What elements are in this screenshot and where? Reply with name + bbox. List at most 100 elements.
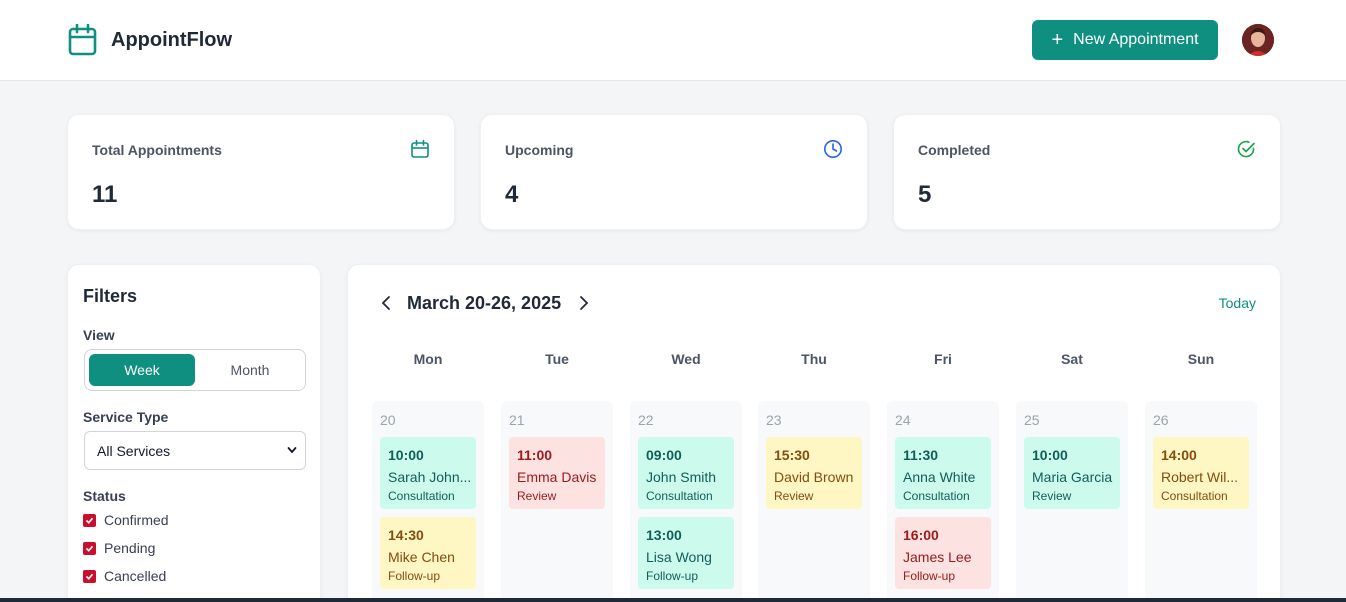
view-toggle: Week Month bbox=[84, 349, 306, 391]
appointment-card[interactable]: 15:30 David Brown Review bbox=[766, 437, 862, 509]
service-type-select[interactable]: All Services bbox=[84, 431, 306, 470]
bottom-edge bbox=[0, 598, 1346, 602]
chevron-right-icon[interactable] bbox=[576, 295, 590, 311]
day-column[interactable]: 21 11:00 Emma Davis Review bbox=[501, 401, 613, 602]
stat-card-completed: Completed 5 bbox=[893, 114, 1281, 230]
appointment-card[interactable]: 13:00 Lisa Wong Follow-up bbox=[638, 517, 734, 589]
status-option-label: Confirmed bbox=[104, 512, 169, 528]
checkbox-checked-icon[interactable] bbox=[83, 513, 96, 527]
appointment-service: Consultation bbox=[646, 489, 713, 503]
appointment-service: Review bbox=[1032, 489, 1072, 503]
appointment-client: Emma Davis bbox=[517, 469, 597, 485]
chevron-down-icon bbox=[287, 447, 297, 454]
day-column[interactable]: 26 14:00 Robert Wil... Consultation bbox=[1145, 401, 1257, 602]
top-bar: AppointFlow + New Appointment bbox=[0, 0, 1346, 81]
appointment-card[interactable]: 10:00 Maria Garcia Review bbox=[1024, 437, 1120, 509]
stat-card-total: Total Appointments 11 bbox=[67, 114, 455, 230]
status-confirmed-checkbox[interactable]: Confirmed bbox=[83, 512, 169, 528]
day-column[interactable]: 22 09:00 John Smith Consultation 13:00 Lisa W… bbox=[630, 401, 742, 602]
appointment-service: Follow-up bbox=[903, 569, 956, 583]
appointment-service: Follow-up bbox=[646, 569, 699, 583]
day-number: 25 bbox=[1024, 412, 1040, 428]
appointment-client: Maria Garcia bbox=[1032, 469, 1113, 485]
appointment-client: David Brown bbox=[774, 469, 854, 485]
day-number: 20 bbox=[380, 412, 396, 428]
day-header-tue: Tue bbox=[545, 351, 569, 367]
day-number: 23 bbox=[766, 412, 782, 428]
checkbox-checked-icon[interactable] bbox=[83, 541, 96, 555]
week-range-title: March 20-26, 2025 bbox=[407, 293, 562, 313]
stat-card-upcoming: Upcoming 4 bbox=[480, 114, 868, 230]
appointment-service: Review bbox=[517, 489, 557, 503]
status-cancelled-checkbox[interactable]: Cancelled bbox=[83, 568, 166, 584]
appointment-time: 13:00 bbox=[646, 527, 682, 543]
status-label: Status bbox=[83, 488, 126, 504]
view-month-button[interactable]: Month bbox=[197, 354, 303, 386]
day-header-sun: Sun bbox=[1187, 351, 1215, 367]
view-label: View bbox=[83, 327, 115, 343]
clock-icon bbox=[824, 140, 842, 158]
filters-title: Filters bbox=[83, 286, 138, 306]
appointment-card[interactable]: 11:00 Emma Davis Review bbox=[509, 437, 605, 509]
day-number: 26 bbox=[1153, 412, 1169, 428]
appointment-time: 11:00 bbox=[517, 447, 553, 463]
appointment-time: 09:00 bbox=[646, 447, 682, 463]
appointment-card[interactable]: 09:00 John Smith Consultation bbox=[638, 437, 734, 509]
new-appointment-button[interactable]: + New Appointment bbox=[1032, 20, 1218, 60]
avatar[interactable] bbox=[1242, 24, 1274, 56]
day-number: 21 bbox=[509, 412, 525, 428]
brand[interactable]: AppointFlow bbox=[68, 24, 232, 56]
appointment-client: Robert Wil... bbox=[1161, 469, 1239, 485]
app-name: AppointFlow bbox=[111, 28, 233, 51]
stat-label: Completed bbox=[918, 142, 991, 158]
status-pending-checkbox[interactable]: Pending bbox=[83, 540, 155, 556]
appointment-time: 10:00 bbox=[1032, 447, 1068, 463]
appointment-service: Consultation bbox=[903, 489, 970, 503]
today-button[interactable]: Today bbox=[1219, 295, 1256, 311]
day-header-sat: Sat bbox=[1061, 351, 1083, 367]
service-type-label: Service Type bbox=[83, 409, 169, 425]
appointment-service: Consultation bbox=[388, 489, 455, 503]
day-column[interactable]: 24 11:30 Anna White Consultation 16:00 James … bbox=[887, 401, 999, 602]
filters-panel: Filters View Week Month Service Type All… bbox=[67, 264, 321, 602]
stat-label: Total Appointments bbox=[92, 142, 222, 158]
plus-icon: + bbox=[1051, 29, 1064, 51]
calendar-icon bbox=[68, 24, 97, 56]
service-type-value: All Services bbox=[97, 442, 171, 459]
appointment-card[interactable]: 14:30 Mike Chen Follow-up bbox=[380, 517, 476, 589]
appointment-client: Mike Chen bbox=[388, 549, 455, 565]
status-option-label: Cancelled bbox=[104, 568, 167, 584]
day-number: 22 bbox=[638, 412, 654, 428]
appointment-service: Consultation bbox=[1161, 489, 1228, 503]
stat-value: 11 bbox=[92, 181, 118, 208]
calendar-icon bbox=[411, 139, 429, 158]
chevron-left-icon[interactable] bbox=[380, 295, 394, 311]
view-week-button[interactable]: Week bbox=[89, 354, 195, 386]
calendar-panel: March 20-26, 2025 Today Mon 20 10:00 Sarah … bbox=[347, 264, 1281, 602]
appointment-card[interactable]: 14:00 Robert Wil... Consultation bbox=[1153, 437, 1249, 509]
day-column[interactable]: 20 10:00 Sarah John... Consultation 14:30 Mik… bbox=[372, 401, 484, 602]
appointment-service: Review bbox=[774, 489, 814, 503]
appointment-time: 14:00 bbox=[1161, 447, 1197, 463]
checkbox-checked-icon[interactable] bbox=[83, 569, 96, 583]
appointment-time: 16:00 bbox=[903, 527, 939, 543]
stat-value: 5 bbox=[918, 181, 932, 208]
stat-label: Upcoming bbox=[505, 142, 574, 158]
appointment-time: 15:30 bbox=[774, 447, 810, 463]
day-header-fri: Fri bbox=[934, 351, 952, 367]
appointment-card[interactable]: 10:00 Sarah John... Consultation bbox=[380, 437, 476, 509]
appointment-service: Follow-up bbox=[388, 569, 441, 583]
appointment-client: Lisa Wong bbox=[646, 549, 712, 565]
day-column[interactable]: 25 10:00 Maria Garcia Review bbox=[1016, 401, 1128, 602]
appointment-card[interactable]: 11:30 Anna White Consultation bbox=[895, 437, 991, 509]
appointment-card[interactable]: 16:00 James Lee Follow-up bbox=[895, 517, 991, 589]
day-column[interactable]: 23 15:30 David Brown Review bbox=[758, 401, 870, 602]
check-circle-icon bbox=[1237, 140, 1255, 158]
day-header-wed: Wed bbox=[671, 351, 701, 367]
new-appointment-label: New Appointment bbox=[1073, 31, 1199, 48]
appointment-time: 10:00 bbox=[388, 447, 424, 463]
appointment-client: James Lee bbox=[903, 549, 972, 565]
status-option-label: Pending bbox=[104, 540, 156, 556]
appointment-time: 11:30 bbox=[903, 447, 939, 463]
appointment-client: John Smith bbox=[646, 469, 717, 485]
